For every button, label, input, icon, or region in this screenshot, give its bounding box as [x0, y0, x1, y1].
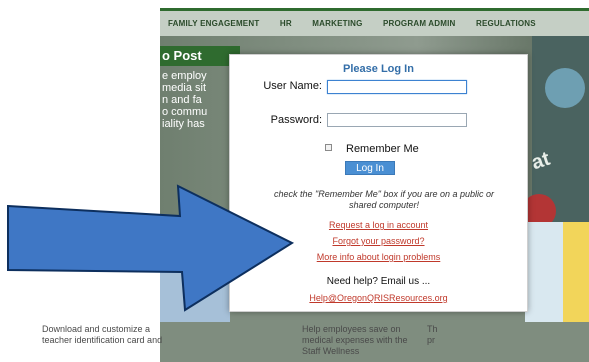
big-arrow-icon [7, 184, 295, 312]
